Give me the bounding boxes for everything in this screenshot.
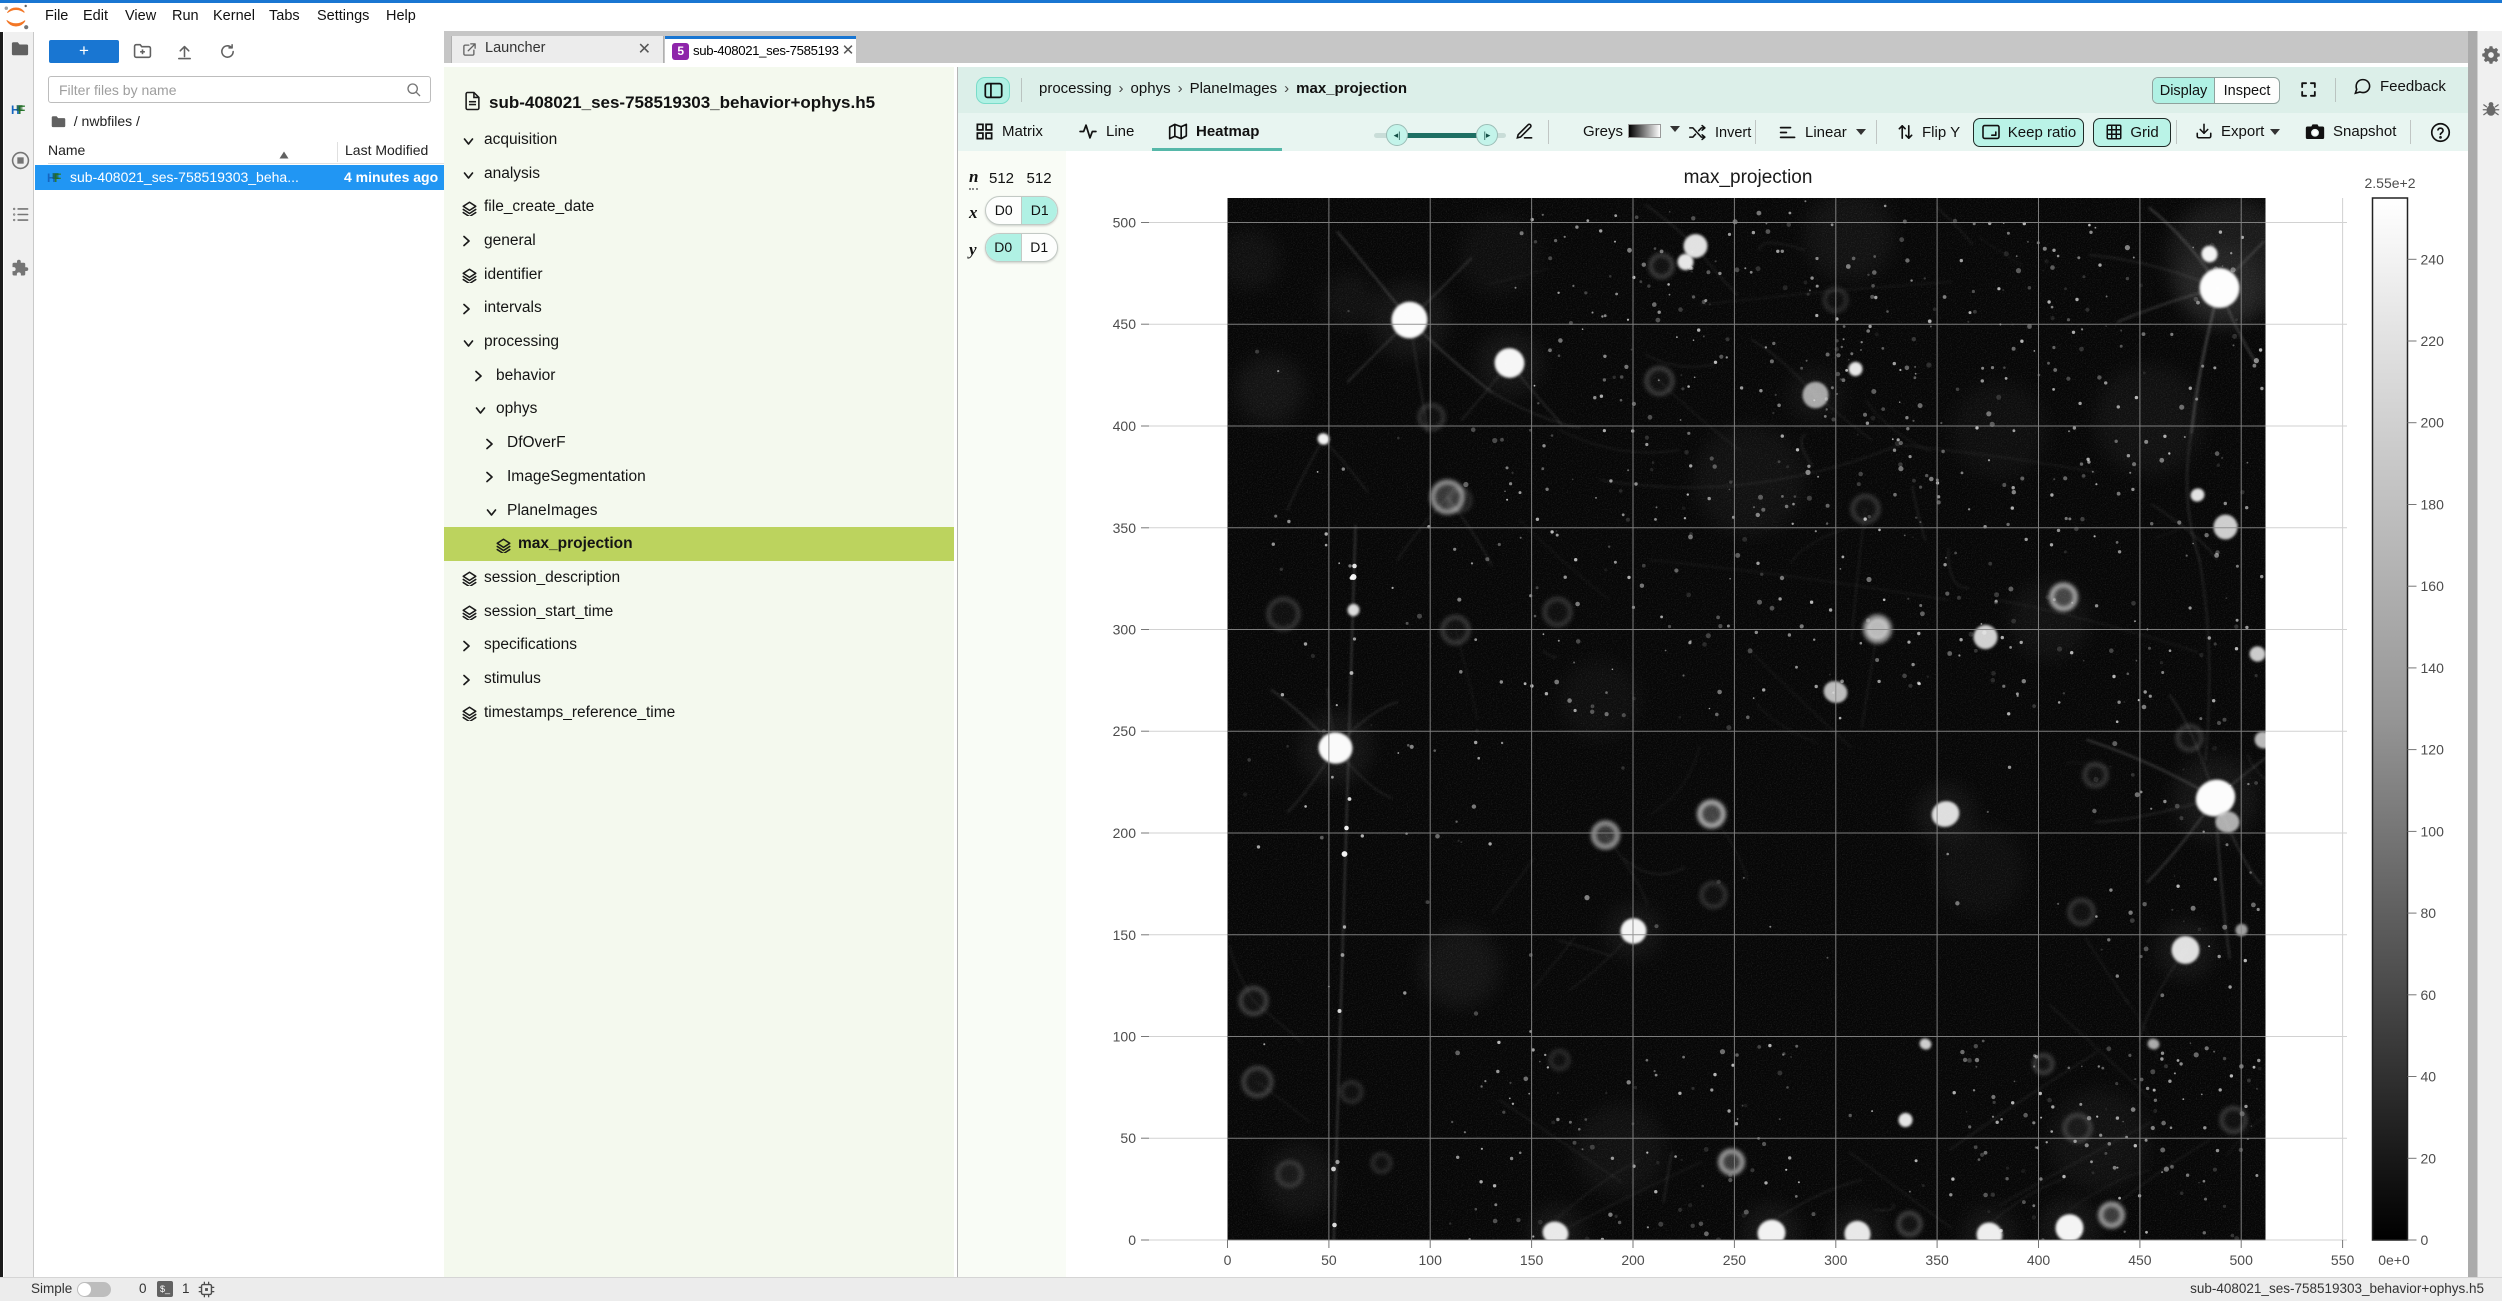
svg-text:50: 50 [1120, 1130, 1136, 1146]
svg-text:0: 0 [1128, 1232, 1136, 1248]
svg-text:450: 450 [2128, 1252, 2152, 1268]
svg-text:40: 40 [2421, 1069, 2437, 1085]
svg-text:200: 200 [1621, 1252, 1645, 1268]
svg-text:0: 0 [1224, 1252, 1232, 1268]
svg-text:50: 50 [1321, 1252, 1337, 1268]
svg-text:2.55e+2: 2.55e+2 [2365, 175, 2416, 191]
svg-text:160: 160 [2421, 578, 2445, 594]
svg-text:0: 0 [2421, 1232, 2429, 1248]
svg-text:120: 120 [2421, 742, 2445, 758]
svg-text:240: 240 [2421, 251, 2445, 267]
svg-text:150: 150 [1520, 1252, 1544, 1268]
svg-text:0e+0: 0e+0 [2378, 1252, 2410, 1268]
svg-text:60: 60 [2421, 987, 2437, 1003]
svg-text:150: 150 [1113, 927, 1137, 943]
svg-text:450: 450 [1113, 316, 1137, 332]
svg-text:200: 200 [1113, 825, 1137, 841]
svg-text:300: 300 [1824, 1252, 1848, 1268]
svg-text:100: 100 [2421, 823, 2445, 839]
svg-text:100: 100 [1113, 1029, 1137, 1045]
svg-text:300: 300 [1113, 622, 1137, 638]
svg-text:400: 400 [1113, 418, 1137, 434]
svg-text:200: 200 [2421, 415, 2445, 431]
svg-text:max_projection: max_projection [1684, 167, 1813, 188]
svg-text:220: 220 [2421, 333, 2445, 349]
svg-text:500: 500 [1113, 215, 1137, 231]
svg-text:250: 250 [1113, 723, 1137, 739]
svg-text:140: 140 [2421, 660, 2445, 676]
svg-text:500: 500 [2230, 1252, 2254, 1268]
svg-text:550: 550 [2331, 1252, 2355, 1268]
svg-text:100: 100 [1419, 1252, 1443, 1268]
svg-text:350: 350 [1113, 520, 1137, 536]
svg-text:350: 350 [1925, 1252, 1949, 1268]
svg-text:80: 80 [2421, 905, 2437, 921]
svg-text:400: 400 [2027, 1252, 2051, 1268]
svg-text:20: 20 [2421, 1150, 2437, 1166]
svg-text:250: 250 [1723, 1252, 1747, 1268]
svg-text:180: 180 [2421, 497, 2445, 513]
